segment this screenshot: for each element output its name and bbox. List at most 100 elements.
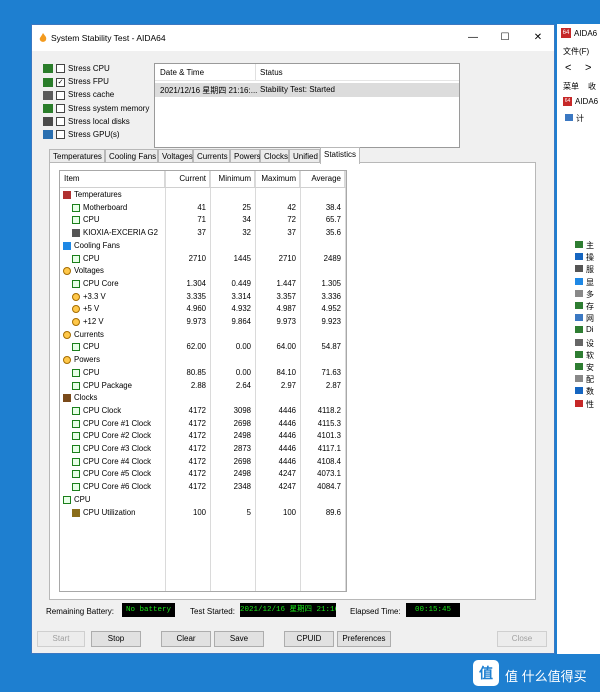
tab-clocks[interactable]: Clocks <box>260 149 289 163</box>
statistics-table[interactable]: Item Current Minimum Maximum Average Tem… <box>59 170 347 592</box>
side-menu-main[interactable]: 菜单 <box>563 81 579 92</box>
side-tree-item[interactable]: 数 <box>586 386 594 397</box>
table-row[interactable]: CPU 71 34 72 65.7 <box>60 214 346 227</box>
side-tab-fav[interactable]: 收 <box>588 81 596 92</box>
table-row[interactable]: CPU Clock 4172 3098 4446 4118.2 <box>60 405 346 418</box>
col-maximum[interactable]: Maximum <box>255 171 300 187</box>
gpu-icon <box>43 130 53 140</box>
checkbox[interactable]: ✓ <box>56 77 65 87</box>
cpuid-button[interactable]: CPUID <box>284 631 334 647</box>
table-group-row[interactable]: Powers <box>60 354 346 367</box>
table-group-row[interactable]: Currents <box>60 329 346 342</box>
tab-unified[interactable]: Unified <box>289 149 320 163</box>
side-tree-item[interactable]: 服 <box>586 264 594 275</box>
table-row[interactable]: CPU 62.00 0.00 64.00 54.87 <box>60 341 346 354</box>
log-row[interactable]: 2021/12/16 星期四 21:16:... Stability Test:… <box>155 83 459 97</box>
close-button[interactable]: Close <box>497 631 547 647</box>
table-row[interactable]: CPU Package 2.88 2.64 2.97 2.87 <box>60 380 346 393</box>
stress-option-label: Stress CPU <box>68 64 110 73</box>
table-row[interactable]: +3.3 V 3.335 3.314 3.357 3.336 <box>60 291 346 304</box>
side-tree-item[interactable]: 存 <box>586 301 594 312</box>
side-tree-item[interactable]: 配 <box>586 374 594 385</box>
cell-avg: 38.4 <box>325 202 341 212</box>
side-tree-item[interactable]: 显 <box>586 277 594 288</box>
side-tree-item[interactable]: 网 <box>586 313 594 324</box>
cpu-icon <box>72 457 80 466</box>
col-item[interactable]: Item <box>60 171 165 187</box>
table-row[interactable]: CPU Core #5 Clock 4172 2498 4247 4073.1 <box>60 468 346 481</box>
log-col-datetime[interactable]: Date & Time <box>160 68 204 77</box>
checkbox[interactable] <box>56 103 65 113</box>
flame-icon <box>39 33 47 42</box>
maximize-button[interactable]: ☐ <box>489 25 521 51</box>
save-button[interactable]: Save <box>214 631 264 647</box>
tab-cooling-fans[interactable]: Cooling Fans <box>105 149 158 163</box>
stress-option-5[interactable]: Stress local disks <box>43 116 130 128</box>
stress-option-2[interactable]: ✓ Stress FPU <box>43 76 109 88</box>
side-tree-item[interactable]: Di <box>586 325 594 334</box>
table-row[interactable]: CPU Core 1.304 0.449 1.447 1.305 <box>60 278 346 291</box>
tab-powers[interactable]: Powers <box>230 149 261 163</box>
cell-max: 84.10 <box>276 367 296 377</box>
event-log[interactable]: Date & Time Status 2021/12/16 星期四 21:16:… <box>154 63 460 148</box>
table-group-row[interactable]: Cooling Fans <box>60 240 346 253</box>
side-tree-item[interactable]: 主 <box>586 240 594 251</box>
cell-avg: 71.63 <box>321 367 341 377</box>
cell-min: 1445 <box>233 253 251 263</box>
side-tree-item[interactable]: 性 <box>586 399 594 410</box>
table-row[interactable]: CPU Core #1 Clock 4172 2698 4446 4115.3 <box>60 418 346 431</box>
table-row[interactable]: CPU Utilization 100 5 100 89.6 <box>60 507 346 520</box>
checkbox[interactable] <box>56 90 65 100</box>
stress-option-1[interactable]: Stress CPU <box>43 63 110 75</box>
side-tree-item[interactable]: 操 <box>586 252 594 263</box>
side-tree-item[interactable]: 计 <box>576 113 584 124</box>
table-group-row[interactable]: Clocks <box>60 392 346 405</box>
preferences-button[interactable]: Preferences <box>337 631 391 647</box>
start-button[interactable]: Start <box>37 631 85 647</box>
col-minimum[interactable]: Minimum <box>210 171 255 187</box>
table-row[interactable]: CPU 80.85 0.00 84.10 71.63 <box>60 367 346 380</box>
clear-button[interactable]: Clear <box>161 631 211 647</box>
forward-icon[interactable]: > <box>585 62 591 74</box>
tree-item-icon <box>575 350 583 358</box>
stress-option-3[interactable]: Stress cache <box>43 89 114 101</box>
side-tree-item[interactable]: 安 <box>586 362 594 373</box>
side-tree-item[interactable]: 多 <box>586 289 594 300</box>
title-bar[interactable]: System Stability Test - AIDA64 — ☐ ✕ <box>32 25 554 51</box>
side-app-item[interactable]: AIDA6 <box>575 97 598 106</box>
table-row[interactable]: +12 V 9.973 9.864 9.973 9.923 <box>60 316 346 329</box>
table-group-row[interactable]: Temperatures <box>60 189 346 202</box>
table-row[interactable]: KIOXIA-EXCERIA G2 ... 37 32 37 35.6 <box>60 227 346 240</box>
tab-statistics[interactable]: Statistics <box>320 147 360 164</box>
tab-currents[interactable]: Currents <box>193 149 230 163</box>
table-row[interactable]: CPU 2710 1445 2710 2489 <box>60 253 346 266</box>
table-group-row[interactable]: CPU <box>60 494 346 507</box>
tab-temperatures[interactable]: Temperatures <box>49 149 105 163</box>
col-average[interactable]: Average <box>300 171 345 187</box>
table-row[interactable]: CPU Core #4 Clock 4172 2698 4446 4108.4 <box>60 456 346 469</box>
log-col-status[interactable]: Status <box>260 68 283 77</box>
table-row[interactable]: CPU Core #3 Clock 4172 2873 4446 4117.1 <box>60 443 346 456</box>
fpu-icon <box>43 77 53 87</box>
table-group-row[interactable]: Voltages <box>60 265 346 278</box>
tab-voltages[interactable]: Voltages <box>158 149 193 163</box>
table-row[interactable]: CPU Core #6 Clock 4172 2348 4247 4084.7 <box>60 481 346 494</box>
stop-button[interactable]: Stop <box>91 631 141 647</box>
table-row[interactable]: Motherboard 41 25 42 38.4 <box>60 202 346 215</box>
aida-logo-icon: 64 <box>561 28 571 38</box>
col-current[interactable]: Current <box>165 171 210 187</box>
cell-cur: 2.88 <box>190 380 206 390</box>
checkbox[interactable] <box>56 117 65 127</box>
stress-option-6[interactable]: Stress GPU(s) <box>43 129 120 141</box>
minimize-button[interactable]: — <box>457 25 489 51</box>
side-tree-item[interactable]: 设 <box>586 338 594 349</box>
stress-option-4[interactable]: Stress system memory <box>43 103 149 115</box>
back-icon[interactable]: < <box>565 62 571 74</box>
table-row[interactable]: CPU Core #2 Clock 4172 2498 4446 4101.3 <box>60 430 346 443</box>
checkbox[interactable] <box>56 130 65 140</box>
side-menu-file[interactable]: 文件(F) <box>563 46 589 57</box>
side-tree-item[interactable]: 软 <box>586 350 594 361</box>
close-window-button[interactable]: ✕ <box>522 25 554 51</box>
checkbox[interactable] <box>56 64 65 74</box>
table-row[interactable]: +5 V 4.960 4.932 4.987 4.952 <box>60 303 346 316</box>
